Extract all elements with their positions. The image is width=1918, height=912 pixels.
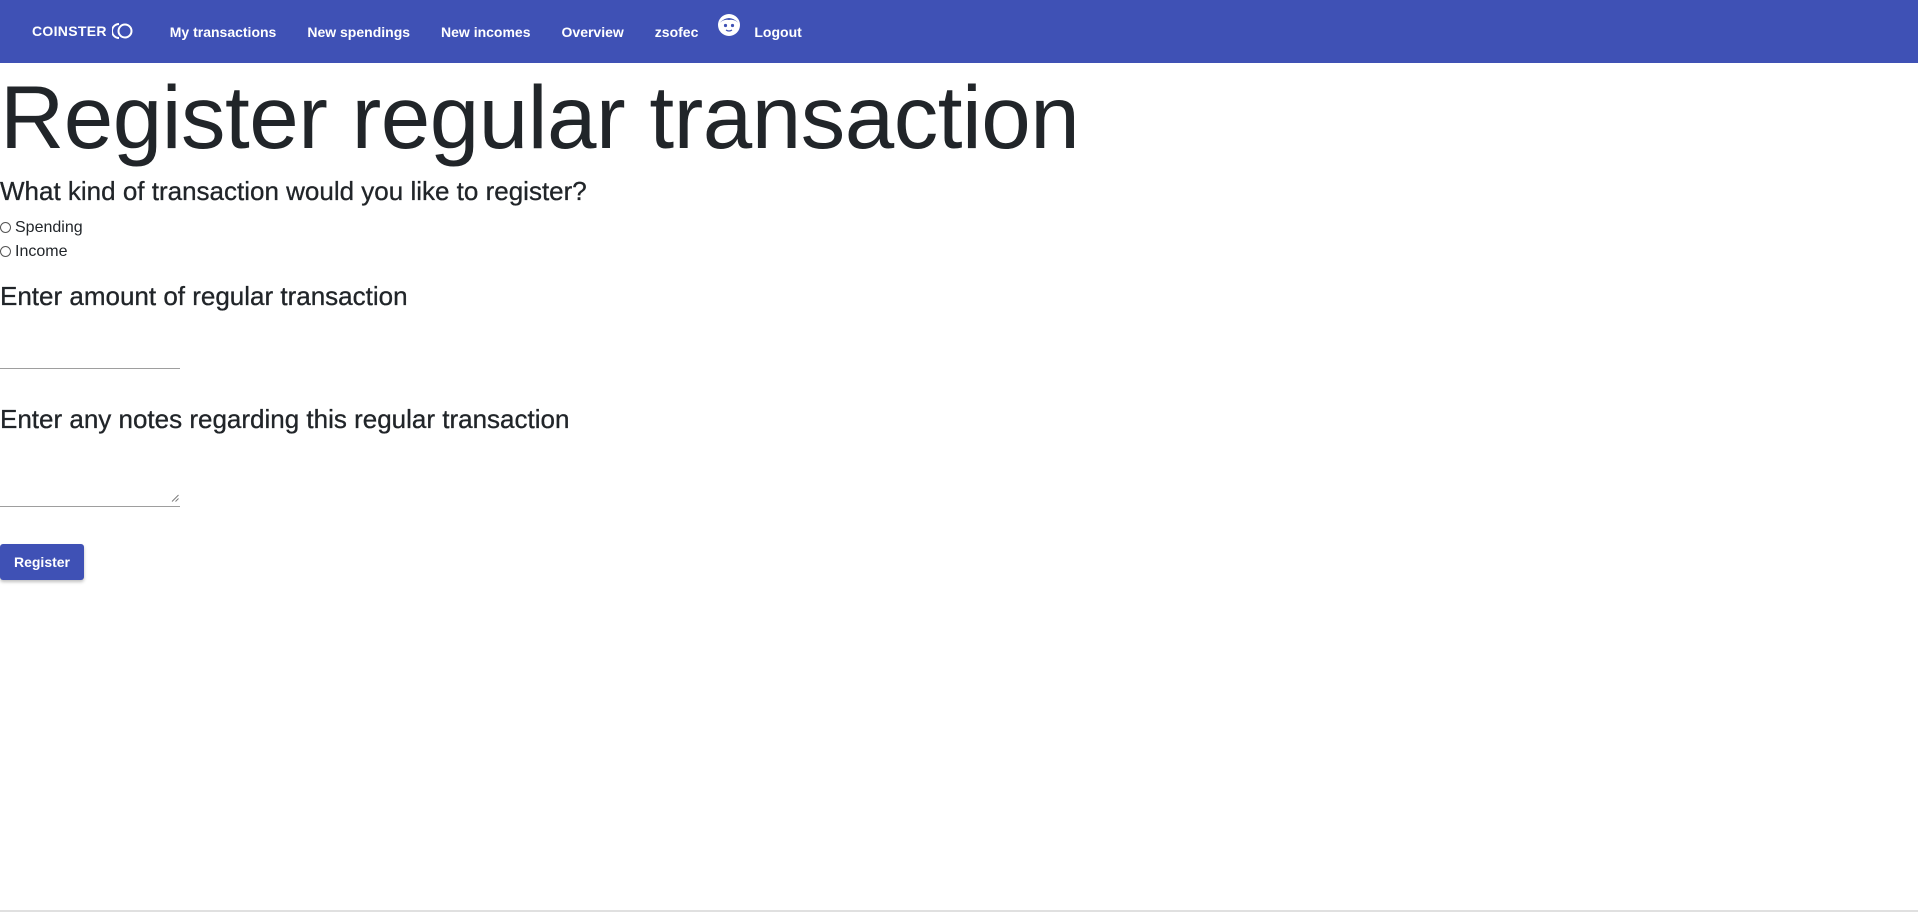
- coin-logo-icon: [111, 22, 133, 39]
- register-button[interactable]: Register: [0, 544, 84, 580]
- nav-my-transactions[interactable]: My transactions: [170, 24, 277, 40]
- amount-input[interactable]: [0, 338, 180, 369]
- notes-heading: Enter any notes regarding this regular t…: [0, 404, 570, 434]
- nav-new-incomes[interactable]: New incomes: [441, 24, 530, 40]
- nav-username[interactable]: zsofec: [655, 24, 699, 40]
- logout-link[interactable]: Logout: [754, 24, 801, 40]
- radio-option-spending[interactable]: Spending: [0, 219, 83, 237]
- income-label: Income: [15, 243, 68, 260]
- amount-heading: Enter amount of regular transaction: [0, 281, 408, 311]
- top-navbar: COINSTER My transactions New spendings N…: [0, 0, 1918, 63]
- resize-grip-icon[interactable]: [171, 494, 179, 502]
- income-radio[interactable]: [0, 245, 11, 257]
- brand-name: COINSTER: [32, 22, 107, 39]
- notes-textarea[interactable]: [0, 461, 180, 507]
- spending-label: Spending: [15, 219, 83, 236]
- transaction-type-heading: What kind of transaction would you like …: [0, 176, 587, 206]
- spending-radio[interactable]: [0, 221, 11, 233]
- nav-new-spendings[interactable]: New spendings: [307, 24, 410, 40]
- brand-link[interactable]: COINSTER: [32, 22, 134, 40]
- user-avatar-icon[interactable]: [717, 13, 741, 37]
- page-title: Register regular transaction: [0, 67, 1080, 167]
- radio-option-income[interactable]: Income: [0, 243, 67, 261]
- nav-overview[interactable]: Overview: [562, 24, 624, 40]
